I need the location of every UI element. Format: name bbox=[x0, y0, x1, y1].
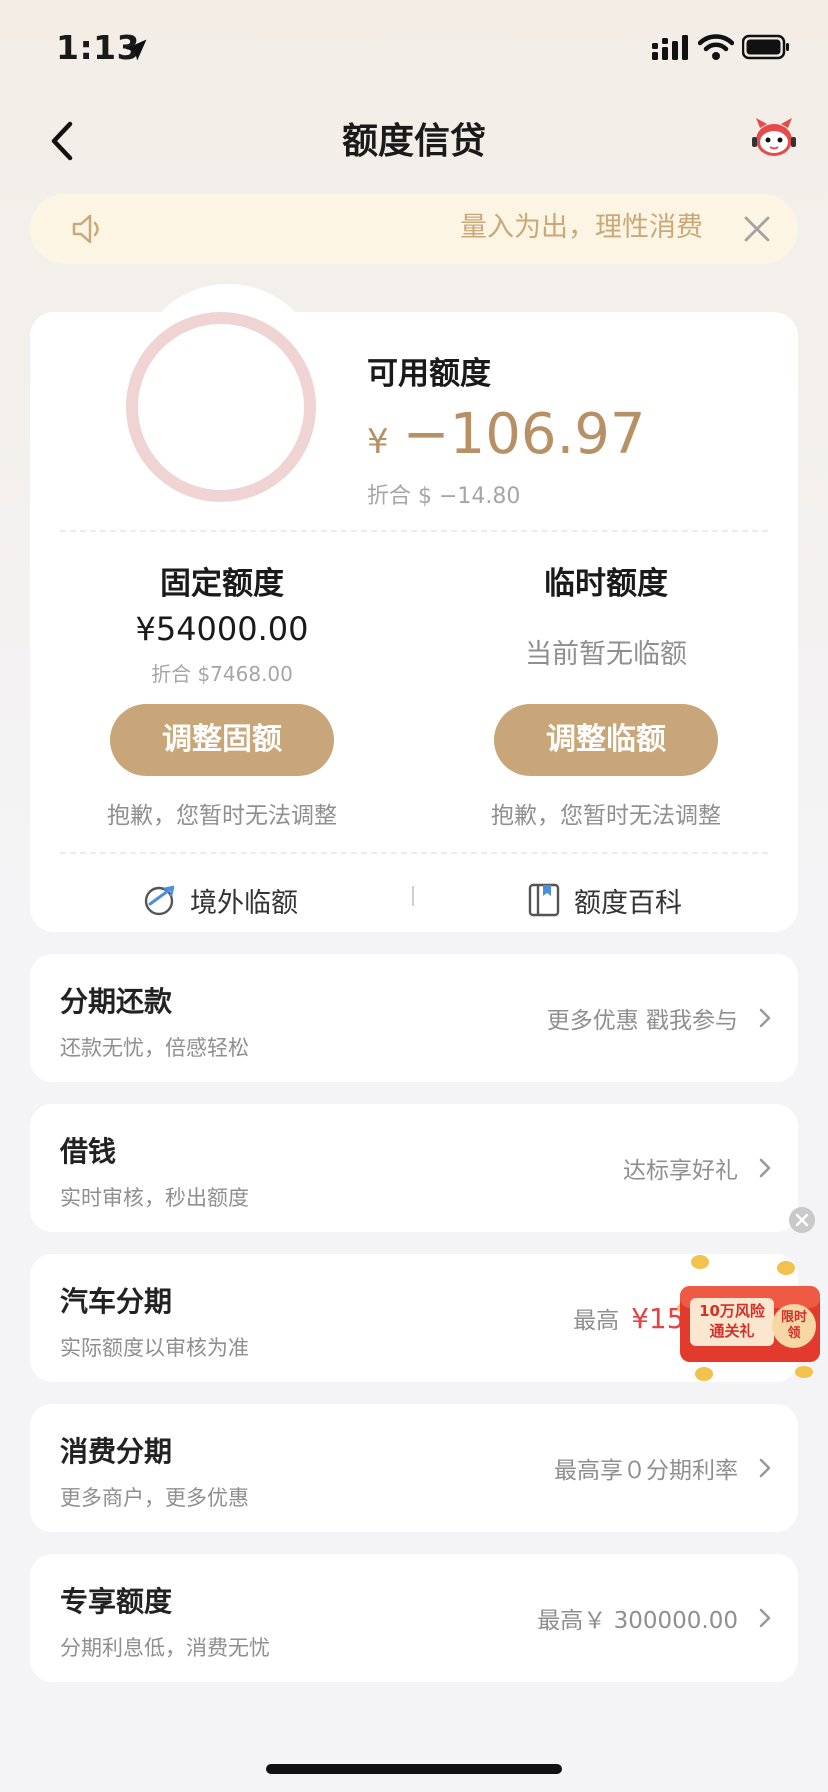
list-item-installment-repayment[interactable]: 分期还款 还款无忧，倍感轻松 更多优惠 戳我参与 bbox=[30, 954, 798, 1082]
chevron-right-icon bbox=[759, 1608, 771, 1628]
floating-promo-banner[interactable]: 10万风险 通关礼 限时领 bbox=[676, 1248, 828, 1388]
notice-bar: 量入为出，理性消费 bbox=[30, 194, 798, 264]
chevron-right-icon bbox=[759, 1158, 771, 1178]
link-separator bbox=[412, 886, 414, 906]
customer-service-mascot-icon[interactable] bbox=[750, 116, 798, 160]
item-subtitle: 实际额度以审核为准 bbox=[60, 1336, 249, 1360]
location-arrow-icon bbox=[125, 39, 147, 61]
fixed-credit-converted: 折合 $7468.00 bbox=[151, 662, 293, 686]
item-title: 消费分期 bbox=[60, 1435, 173, 1468]
book-icon bbox=[528, 883, 560, 917]
item-title: 分期还款 bbox=[60, 985, 173, 1018]
page-title: 额度信贷 bbox=[341, 121, 486, 162]
available-credit-amount: ¥ −106.97 bbox=[367, 402, 646, 467]
temporary-adjust-hint: 抱歉，您暂时无法调整 bbox=[491, 803, 721, 829]
item-right-text: 达标享好礼 bbox=[623, 1158, 738, 1184]
available-credit-label: 可用额度 bbox=[367, 356, 491, 392]
available-credit-converted: 折合 $ −14.80 bbox=[367, 484, 521, 509]
item-subtitle: 更多商户，更多优惠 bbox=[60, 1486, 249, 1510]
close-icon[interactable] bbox=[742, 214, 772, 244]
item-subtitle: 分期利息低，消费无忧 bbox=[60, 1636, 270, 1660]
item-right-text: 最高享０分期利率 bbox=[554, 1458, 738, 1484]
item-title: 汽车分期 bbox=[60, 1285, 173, 1318]
list-item-consumer-installment[interactable]: 消费分期 更多商户，更多优惠 最高享０分期利率 bbox=[30, 1404, 798, 1532]
chevron-right-icon bbox=[759, 1458, 771, 1478]
notice-text: 量入为出，理性消费 bbox=[460, 212, 703, 243]
fixed-credit-title: 固定额度 bbox=[160, 566, 284, 602]
item-title: 专享额度 bbox=[60, 1585, 173, 1618]
fixed-credit-amount: ¥54000.00 bbox=[135, 610, 309, 648]
available-amount-value: −106.97 bbox=[402, 402, 646, 467]
promo-line-2: 通关礼 bbox=[709, 1322, 755, 1340]
overseas-link-label: 境外临额 bbox=[190, 887, 298, 919]
divider bbox=[60, 530, 768, 532]
chevron-right-icon bbox=[759, 1008, 771, 1028]
fixed-adjust-hint: 抱歉，您暂时无法调整 bbox=[107, 803, 337, 829]
promo-line-1: 10万风险 bbox=[699, 1302, 765, 1320]
promo-close-icon[interactable] bbox=[788, 1206, 816, 1234]
item-subtitle: 实时审核，秒出额度 bbox=[60, 1186, 249, 1210]
home-indicator[interactable] bbox=[266, 1764, 562, 1774]
item-right-text: 最高￥ 300000.00 bbox=[537, 1608, 738, 1634]
list-item-exclusive-credit[interactable]: 专享额度 分期利息低，消费无忧 最高￥ 300000.00 bbox=[30, 1554, 798, 1682]
speaker-icon bbox=[72, 214, 99, 244]
cellular-signal-icon bbox=[652, 35, 688, 60]
temporary-credit-empty: 当前暂无临额 bbox=[525, 639, 687, 670]
currency-symbol: ¥ bbox=[367, 422, 389, 462]
item-subtitle: 还款无忧，倍感轻松 bbox=[60, 1036, 249, 1060]
list-item-borrow[interactable]: 借钱 实时审核，秒出额度 达标享好礼 bbox=[30, 1104, 798, 1232]
temporary-credit-title: 临时额度 bbox=[544, 566, 668, 602]
battery-icon bbox=[742, 34, 789, 60]
credit-ring-chart bbox=[126, 312, 316, 502]
promo-badge: 限时领 bbox=[780, 1310, 807, 1341]
credit-card-panel: 可用额度 ¥ −106.97 折合 $ −14.80 固定额度 ¥54000.00… bbox=[30, 312, 798, 932]
item-right-prefix: 最高 bbox=[573, 1308, 620, 1334]
wifi-icon bbox=[698, 34, 734, 60]
item-title: 借钱 bbox=[60, 1135, 117, 1168]
item-right-text: 更多优惠 戳我参与 bbox=[546, 1008, 738, 1034]
adjust-fixed-button[interactable]: 调整固额 bbox=[110, 704, 334, 776]
credit-wiki-link[interactable]: 额度百科 bbox=[526, 872, 682, 928]
overseas-temporary-credit-link[interactable]: 境外临额 bbox=[142, 872, 298, 928]
adjust-temporary-button[interactable]: 调整临额 bbox=[494, 704, 718, 776]
wiki-link-label: 额度百科 bbox=[574, 887, 682, 919]
divider bbox=[60, 852, 768, 854]
globe-plane-icon bbox=[144, 885, 175, 916]
